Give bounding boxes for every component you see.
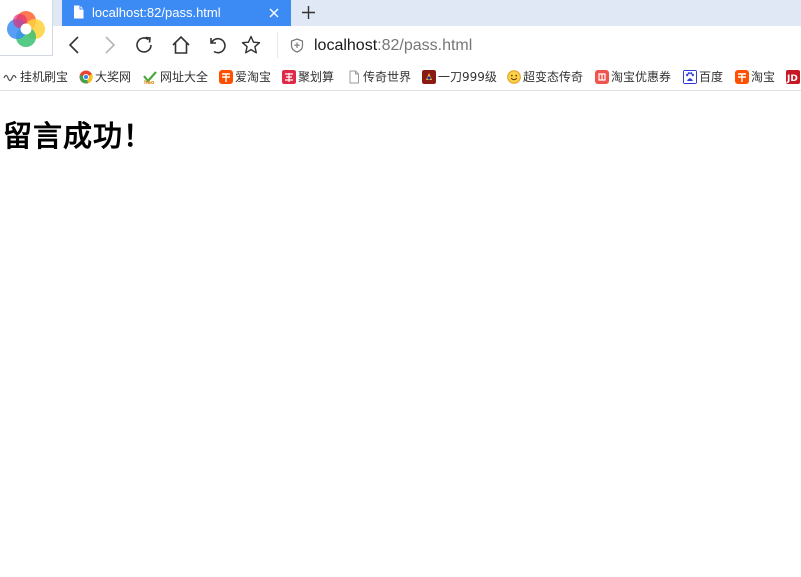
toolbar: localhost:82/pass.html <box>0 26 801 64</box>
bookmark-label: 传奇世界 <box>363 70 412 84</box>
page-icon <box>74 5 84 19</box>
home-icon[interactable] <box>170 34 192 56</box>
close-icon[interactable] <box>268 7 280 19</box>
bookmark-label: 大奖网 <box>95 70 132 84</box>
smiley-icon <box>507 70 521 84</box>
star-icon[interactable] <box>240 34 262 56</box>
bookmarks-bar: 挂机刷宝 大奖网 hao 网址大全 爱淘宝 聚划算 传奇世界 一刀999级 超变… <box>0 64 801 91</box>
bookmark-item[interactable]: 淘宝 <box>735 68 775 86</box>
page-heading: 留言成功！ <box>3 119 154 153</box>
taobao-icon <box>219 70 233 84</box>
bookmark-label: 聚划算 <box>298 70 335 84</box>
browser-logo[interactable] <box>0 0 53 56</box>
plus-icon[interactable] <box>301 5 316 20</box>
bookmark-item[interactable]: 一刀999级 <box>422 68 497 86</box>
jd-icon: JD <box>786 70 800 84</box>
game-icon <box>422 70 436 84</box>
juhuasuan-icon <box>282 70 296 84</box>
bookmark-item[interactable]: 聚划算 <box>282 68 334 86</box>
shield-icon[interactable] <box>290 38 304 53</box>
tab-strip: localhost:82/pass.html <box>0 0 801 26</box>
bookmark-label: 超变态传奇 <box>523 70 584 84</box>
bookmark-item[interactable]: hao 网址大全 <box>142 68 208 86</box>
forward-icon[interactable] <box>98 34 120 56</box>
page-icon <box>349 70 359 84</box>
baidu-paw-icon <box>683 70 697 84</box>
svg-text:hao: hao <box>144 80 155 84</box>
browser-logo-icon <box>7 11 45 47</box>
coupon-icon <box>595 70 609 84</box>
svg-text:JD: JD <box>786 74 798 84</box>
wave-icon <box>3 74 17 82</box>
bookmark-item[interactable]: JD <box>786 68 801 86</box>
bookmark-item[interactable]: 超变态传奇 <box>507 68 583 86</box>
url-host: localhost <box>314 37 378 54</box>
bookmark-label: 百度 <box>699 70 724 84</box>
bookmark-label: 淘宝 <box>751 70 776 84</box>
chrome-ball-icon <box>79 70 93 84</box>
url-path: :82/pass.html <box>377 37 473 54</box>
bookmark-item[interactable]: 百度 <box>683 68 723 86</box>
toolbar-divider <box>277 32 278 58</box>
bookmark-label: 挂机刷宝 <box>20 70 69 84</box>
taobao-icon <box>735 70 749 84</box>
bookmark-item[interactable]: 淘宝优惠券 <box>595 68 671 86</box>
bookmark-item[interactable]: 大奖网 <box>79 68 131 86</box>
bookmark-label: 一刀999级 <box>438 70 497 84</box>
tab-title: localhost:82/pass.html <box>92 5 221 20</box>
bookmark-item[interactable]: 爱淘宝 <box>219 68 271 86</box>
address-bar[interactable]: localhost:82/pass.html <box>280 30 800 60</box>
back-icon[interactable] <box>64 34 86 56</box>
bookmark-item[interactable]: 挂机刷宝 <box>2 68 68 86</box>
hao-icon: hao <box>143 71 157 84</box>
active-tab[interactable]: localhost:82/pass.html <box>62 0 291 26</box>
url-text[interactable]: localhost:82/pass.html <box>314 37 472 55</box>
bookmark-label: 网址大全 <box>160 70 209 84</box>
bookmark-item[interactable]: 传奇世界 <box>347 68 411 86</box>
reload-icon[interactable] <box>133 34 155 56</box>
bookmark-label: 淘宝优惠券 <box>611 70 672 84</box>
undo-close-tab-icon[interactable] <box>206 34 228 56</box>
bookmark-label: 爱淘宝 <box>235 70 272 84</box>
